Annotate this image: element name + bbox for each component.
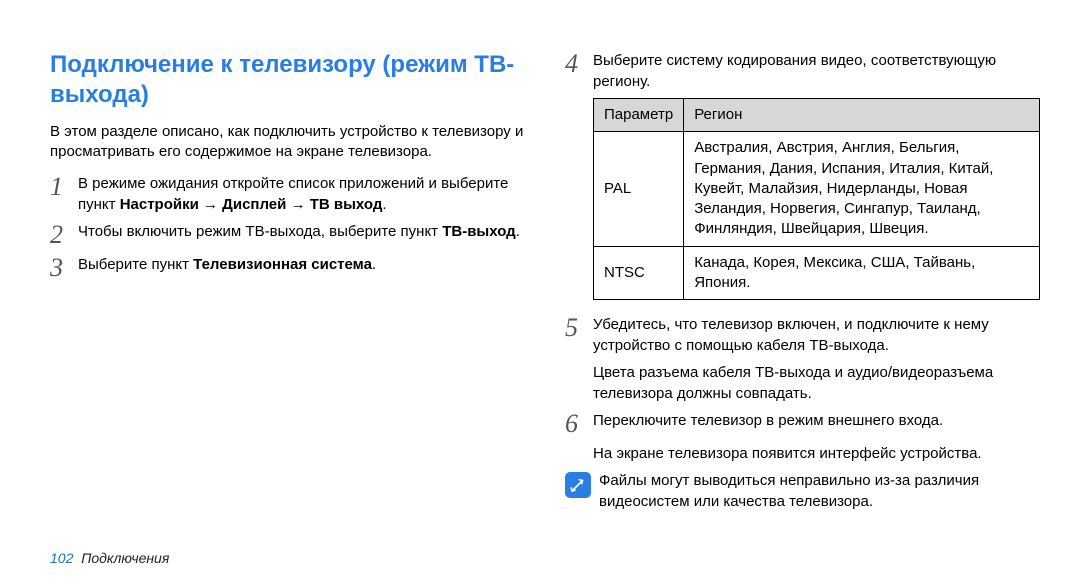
step-2: 2 Чтобы включить режим ТВ-выхода, выбери… [50,221,525,248]
text-post: . [372,256,376,273]
step-number: 6 [565,410,593,437]
section-heading: Подключение к телевизору (режим ТВ-выход… [50,50,525,110]
table-row: PAL Австралия, Австрия, Англия, Бельгия,… [594,132,1040,246]
intro-text: В этом разделе описано, как подключить у… [50,122,525,163]
step-text: Переключите телевизор в режим внешнего в… [593,410,943,437]
page-columns: Подключение к телевизору (режим ТВ-выход… [50,50,1040,512]
text-bold: ТВ-выход [442,223,515,240]
text-bold: Настройки → Дисплей → ТВ выход [120,196,383,213]
step-6: 6 Переключите телевизор в режим внешнего… [565,410,1040,437]
table-header-row: Параметр Регион [594,99,1040,132]
table-row: NTSC Канада, Корея, Мексика, США, Тайван… [594,246,1040,300]
step-text: Выберите систему кодирования видео, соот… [593,50,1040,92]
text-post: . [382,196,386,213]
step-text: В режиме ожидания откройте список прилож… [78,173,525,215]
section-name: Подключения [81,550,169,566]
step-text: Убедитесь, что телевизор включен, и подк… [593,314,1040,356]
step-1: 1 В режиме ожидания откройте список прил… [50,173,525,215]
left-column: Подключение к телевизору (режим ТВ-выход… [50,50,525,512]
step-number: 4 [565,50,593,92]
text-pre: Выберите пункт [78,256,193,273]
step-number: 5 [565,314,593,356]
page-footer: 102 Подключения [50,550,169,566]
text-pre: Чтобы включить режим ТВ-выхода, выберите… [78,223,442,240]
td-region: Австралия, Австрия, Англия, Бельгия, Гер… [684,132,1040,246]
step-5: 5 Убедитесь, что телевизор включен, и по… [565,314,1040,356]
note-text: Файлы могут выводиться неправильно из-за… [599,470,1040,512]
step-number: 1 [50,173,78,215]
th-region: Регион [684,99,1040,132]
step-4: 4 Выберите систему кодирования видео, со… [565,50,1040,92]
note-icon [565,472,591,498]
text-post: . [516,223,520,240]
td-parameter: PAL [594,132,684,246]
text-bold: Телевизионная система [193,256,372,273]
note-block: Файлы могут выводиться неправильно из-за… [565,470,1040,512]
th-parameter: Параметр [594,99,684,132]
step-3: 3 Выберите пункт Телевизионная система. [50,254,525,281]
step-number: 3 [50,254,78,281]
td-parameter: NTSC [594,246,684,300]
right-column: 4 Выберите систему кодирования видео, со… [565,50,1040,512]
tv-table-wrap: Параметр Регион PAL Австралия, Австрия, … [593,98,1040,300]
step-number: 2 [50,221,78,248]
step-text: Чтобы включить режим ТВ-выхода, выберите… [78,221,520,248]
step-5-sub: Цвета разъема кабеля ТВ-выхода и аудио/в… [593,362,1040,404]
td-region: Канада, Корея, Мексика, США, Тайвань, Яп… [684,246,1040,300]
step-text: Выберите пункт Телевизионная система. [78,254,376,281]
tv-system-table: Параметр Регион PAL Австралия, Австрия, … [593,98,1040,300]
page-number: 102 [50,550,73,566]
step-6-sub: На экране телевизора появится интерфейс … [593,443,1040,464]
